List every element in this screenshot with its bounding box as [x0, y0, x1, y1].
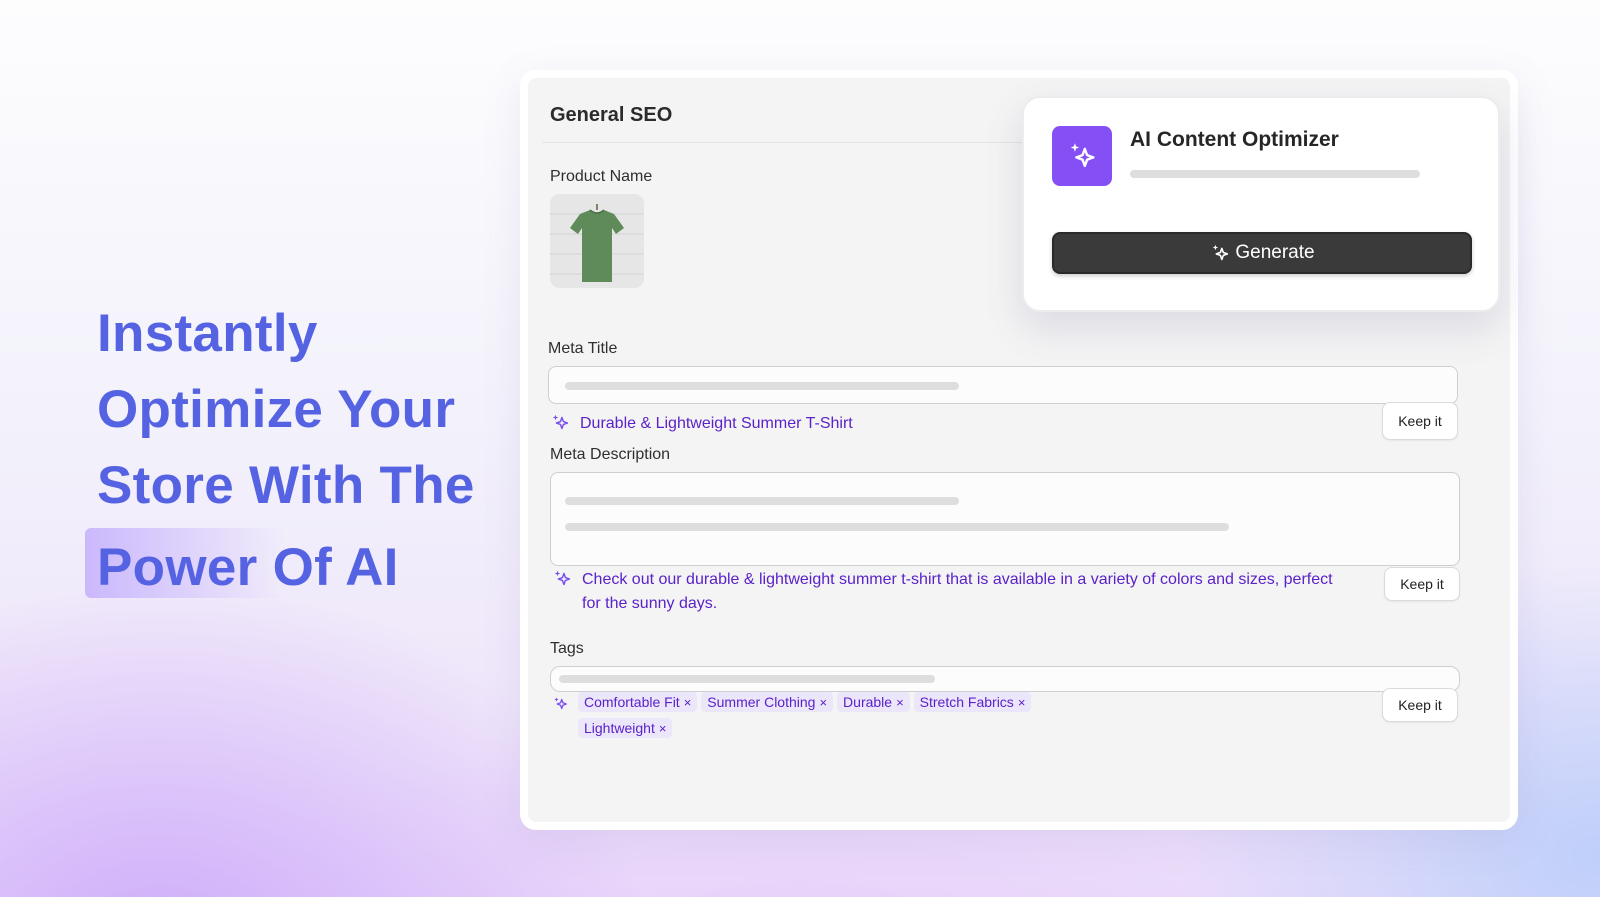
keep-tags-button[interactable]: Keep it [1382, 688, 1458, 722]
hero-line: Power Of AI [97, 538, 399, 597]
meta-description-label: Meta Description [550, 446, 671, 463]
close-icon[interactable]: × [659, 722, 667, 735]
tag-label: Durable [843, 694, 893, 710]
tag-chip: Durable × [837, 692, 910, 712]
tag-chip: Stretch Fabrics × [913, 692, 1032, 712]
tag-label: Lightweight [584, 720, 655, 736]
product-name-label: Product Name [550, 168, 653, 185]
tag-chip: Lightweight × [578, 718, 673, 738]
product-image[interactable] [550, 194, 644, 288]
ai-logo [1052, 126, 1112, 186]
tag-label: Stretch Fabrics [919, 694, 1014, 710]
generate-label: Generate [1235, 242, 1315, 263]
ai-optimizer-panel: AI Content Optimizer Generate [1022, 96, 1500, 312]
sparkle-icon [552, 414, 569, 430]
t-shirt-image [550, 194, 644, 288]
skeleton-line [565, 382, 959, 390]
card-title: General SEO [550, 104, 673, 126]
meta-title-label: Meta Title [548, 340, 618, 357]
meta-description-input[interactable] [550, 472, 1460, 566]
meta-title-input[interactable] [548, 366, 1458, 404]
hero-line: Store With The [97, 456, 475, 515]
close-icon[interactable]: × [819, 696, 827, 709]
skeleton-line [565, 523, 1229, 531]
sparkle-icon [1070, 143, 1095, 168]
tags-input[interactable] [550, 666, 1460, 692]
tag-label: Summer Clothing [707, 694, 816, 710]
sparkle-icon [554, 697, 567, 710]
tag-label: Comfortable Fit [584, 694, 680, 710]
tag-chip: Summer Clothing × [701, 692, 834, 712]
close-icon[interactable]: × [684, 696, 692, 709]
sparkle-icon [554, 570, 571, 586]
skeleton-line [1130, 170, 1420, 178]
tag-chip: Comfortable Fit × [578, 692, 698, 712]
ai-panel-title: AI Content Optimizer [1130, 128, 1339, 151]
hero-line: Instantly [97, 304, 318, 363]
suggestion-text: Check out our durable & lightweight summ… [582, 571, 1333, 612]
tags-label: Tags [550, 640, 584, 657]
keep-meta-title-button[interactable]: Keep it [1382, 402, 1458, 440]
suggestion-text: Durable & Lightweight Summer T-Shirt [580, 415, 853, 432]
keep-meta-description-button[interactable]: Keep it [1384, 567, 1460, 601]
close-icon[interactable]: × [896, 696, 904, 709]
suggested-tags: Comfortable Fit × Summer Clothing × Dura… [578, 692, 1058, 738]
close-icon[interactable]: × [1018, 696, 1026, 709]
generate-button[interactable]: Generate [1052, 232, 1472, 274]
meta-title-suggestion: Durable & Lightweight Summer T-Shirt [550, 412, 853, 436]
skeleton-line [565, 497, 959, 505]
sparkle-icon [1213, 244, 1229, 261]
skeleton-line [559, 675, 935, 683]
meta-description-suggestion: Check out our durable & lightweight summ… [552, 568, 1352, 616]
hero-headline: Instantly Optimize Your Store With The P… [85, 296, 517, 606]
hero-line: Optimize Your [97, 380, 456, 439]
